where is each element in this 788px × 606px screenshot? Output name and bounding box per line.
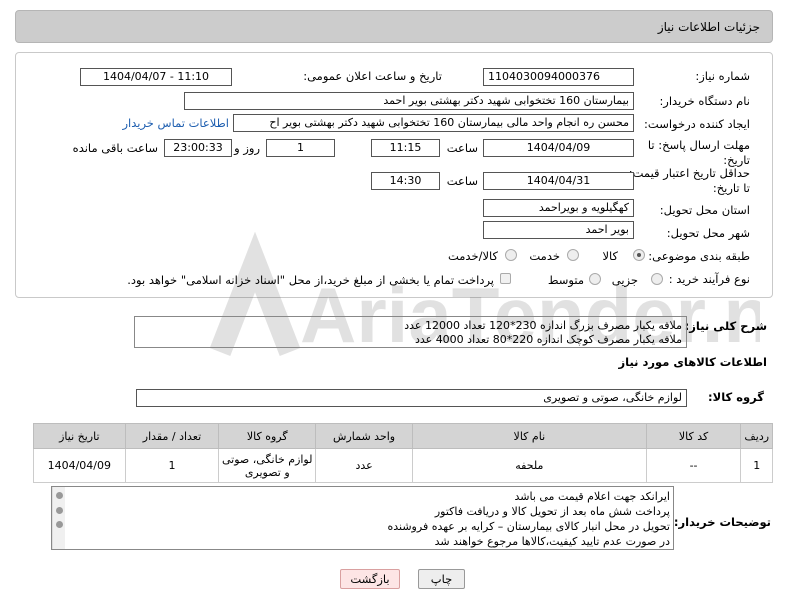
- col-group: گروه کالا: [218, 423, 317, 449]
- creator-label: ایجاد کننده درخواست:: [644, 117, 750, 131]
- goods-group-label: گروه کالا:: [708, 390, 764, 404]
- city-label: شهر محل تحویل:: [666, 226, 750, 240]
- note-line-1: ایرانکد جهت اعلام قیمت می باشد: [514, 490, 670, 503]
- back-button[interactable]: بازگشت: [340, 569, 400, 589]
- cell-row: 1: [740, 448, 773, 483]
- table-row[interactable]: 1 -- ملحفه عدد لوازم خانگی، صوتی و تصویر…: [33, 448, 773, 483]
- notes-scrollbar[interactable]: [52, 487, 65, 549]
- buyer-notes-box: ایرانکد جهت اعلام قیمت می باشد پرداخت شش…: [51, 486, 674, 550]
- note-line-4: در صورت عدم تایید کیفیت،کالاها مرجوع خوا…: [434, 535, 670, 548]
- col-code: کد کالا: [645, 423, 742, 449]
- pub-date-field: 1404/04/07 - 11:10: [80, 68, 232, 86]
- table-header-row: ردیف کد کالا نام کالا واحد شمارش گروه کا…: [33, 423, 773, 449]
- scroll-dot-1: [56, 492, 63, 499]
- category-option-both: کالا/خدمت: [447, 249, 498, 263]
- cell-date: 1404/04/09: [33, 448, 126, 483]
- note-line-3: تحویل در محل انبار کالای بیمارستان – کرا…: [387, 520, 670, 533]
- treasury-checkbox[interactable]: [500, 273, 511, 284]
- goods-group-field: لوازم خانگی، صوتی و تصویری: [136, 389, 687, 407]
- description-line-1: ملافه یکبار مصرف بزرگ اندازه 230*120 تعد…: [404, 319, 682, 332]
- days-field: 1: [266, 139, 335, 157]
- category-radio-both[interactable]: [505, 249, 517, 261]
- col-name: نام کالا: [412, 423, 647, 449]
- cell-qty: 1: [124, 448, 220, 483]
- remaining-label: ساعت باقی مانده: [72, 141, 158, 155]
- deadline-time-label: ساعت: [446, 141, 478, 155]
- cell-unit: عدد: [315, 448, 413, 483]
- deadline-date-field: 1404/04/09: [483, 139, 634, 157]
- print-button[interactable]: چاپ: [418, 569, 465, 589]
- goods-info-title: اطلاعات کالاهای مورد نیاز: [618, 355, 767, 369]
- scroll-dot-3: [56, 521, 63, 528]
- validity-time-label: ساعت: [446, 174, 478, 188]
- validity-label: حداقل تاریخ اعتبار قیمت: تا تاریخ:: [628, 166, 750, 195]
- process-option-medium: متوسط: [547, 273, 584, 287]
- category-option-service: خدمت: [529, 249, 560, 263]
- cell-name: ملحفه: [412, 448, 647, 483]
- note-line-2: پرداخت شش ماه بعد از تحویل کالا و دریافت…: [434, 505, 670, 518]
- process-radio-medium[interactable]: [589, 273, 601, 285]
- col-date: تاریخ نیاز: [33, 423, 126, 449]
- city-field: بویر احمد: [483, 221, 634, 239]
- cell-group: لوازم خانگی، صوتی و تصویری: [218, 448, 317, 483]
- description-label: شرح کلی نیاز:: [684, 319, 767, 333]
- category-radio-service[interactable]: [567, 249, 579, 261]
- goods-table: ردیف کد کالا نام کالا واحد شمارش گروه کا…: [33, 423, 773, 483]
- category-label: طبقه بندی موضوعی:: [648, 249, 750, 263]
- scroll-dot-2: [56, 507, 63, 514]
- description-line-2: ملافه یکبار مصرف کوچک اندازه 220*80 تعدا…: [414, 333, 682, 346]
- creator-field: محسن ره انجام واحد مالی بیمارستان 160 تخ…: [233, 114, 634, 132]
- description-box: ملافه یکبار مصرف بزرگ اندازه 230*120 تعد…: [134, 316, 687, 348]
- cell-code: --: [645, 448, 742, 483]
- buyer-field: بیمارستان 160 تختخوابی شهید دکتر بهشتی ب…: [184, 92, 634, 110]
- days-label: روز و: [234, 141, 260, 155]
- process-label: نوع فرآیند خرید :: [668, 272, 750, 286]
- need-number-field: 1104030094000376: [483, 68, 634, 86]
- col-qty: تعداد / مقدار: [124, 423, 220, 449]
- category-option-goods: کالا: [602, 249, 618, 263]
- need-number-label: شماره نیاز:: [695, 69, 750, 83]
- validity-time-field: 14:30: [371, 172, 440, 190]
- col-row: ردیف: [740, 423, 773, 449]
- process-radio-minor[interactable]: [651, 273, 663, 285]
- buyer-notes-label: توضیحات خریدار:: [673, 515, 771, 529]
- contact-info-link[interactable]: اطلاعات تماس خریدار: [122, 116, 229, 130]
- buyer-label: نام دستگاه خریدار:: [659, 94, 750, 108]
- province-label: استان محل تحویل:: [659, 203, 750, 217]
- deadline-label: مهلت ارسال پاسخ: تا تاریخ:: [647, 138, 750, 167]
- page-header: جزئیات اطلاعات نیاز: [15, 10, 773, 43]
- province-field: کهگیلویه و بویراحمد: [483, 199, 634, 217]
- remaining-time-field: 23:00:33: [164, 139, 232, 157]
- process-option-minor: جزیی: [611, 273, 638, 287]
- payment-note: پرداخت تمام یا بخشی از مبلغ خرید،از محل …: [127, 273, 494, 287]
- col-unit: واحد شمارش: [315, 423, 413, 449]
- page-title: جزئیات اطلاعات نیاز: [657, 20, 760, 34]
- validity-date-field: 1404/04/31: [483, 172, 634, 190]
- pub-date-label: تاریخ و ساعت اعلان عمومی:: [303, 69, 442, 83]
- category-radio-goods[interactable]: [633, 249, 645, 261]
- deadline-time-field: 11:15: [371, 139, 440, 157]
